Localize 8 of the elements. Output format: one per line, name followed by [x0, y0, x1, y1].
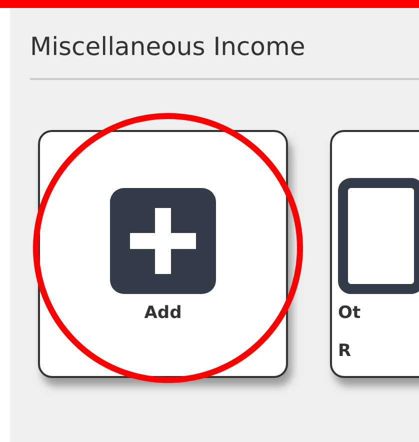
- tile-label: Ot: [338, 302, 361, 325]
- action-tile[interactable]: Ot R: [330, 130, 419, 378]
- tile-label: R: [338, 340, 352, 363]
- document-icon: [338, 178, 419, 294]
- section-title: Miscellaneous Income: [30, 31, 306, 63]
- plus-icon: [110, 188, 216, 294]
- action-tile[interactable]: Add: [38, 130, 288, 378]
- tile-label: Add: [144, 302, 182, 325]
